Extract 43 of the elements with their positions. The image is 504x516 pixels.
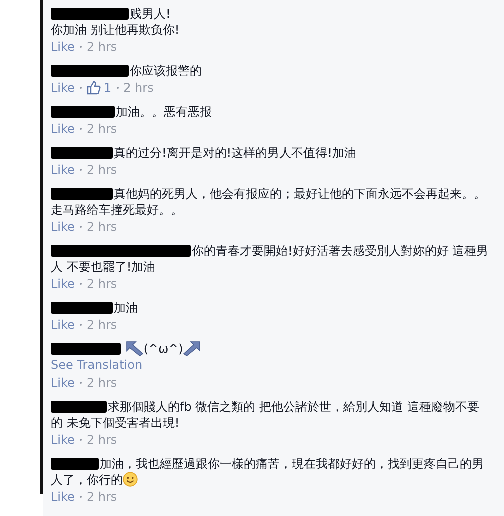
like-link[interactable]: Like [51, 120, 75, 138]
like-link[interactable]: Like [51, 218, 75, 236]
comment-time: 2 hrs [86, 39, 118, 56]
like-link[interactable]: Like [51, 316, 75, 334]
comment-text: 贱男人! 你加油 别让他再欺负你! [51, 6, 181, 38]
comment-text: 加油，我也經歷過跟你一樣的痛苦，現在我都好好的，找到更疼自己的男人了，你行的 [51, 456, 485, 488]
like-count: 1 [104, 80, 112, 97]
comment-text: (^ω^) [51, 341, 490, 357]
comment-time: 2 hrs [124, 80, 154, 97]
redacted-name [51, 343, 121, 355]
like-link[interactable]: Like [51, 431, 75, 449]
redacted-name [51, 401, 107, 413]
comment-text: 加油 [51, 300, 490, 316]
comment-time: 2 hrs [86, 432, 118, 449]
comment-time: 2 hrs [86, 121, 118, 138]
comment-text: 真的过分!离开是对的!这样的男人不值得!加油 [51, 145, 490, 161]
comment-time: 2 hrs [86, 317, 118, 334]
like-link[interactable]: Like [51, 374, 75, 392]
comment-text: 真他妈的死男人，他会有报应的；最好让他的下面永远不会再起来。。走马路给车撞死最好。。 [51, 186, 487, 218]
comment-text: 求那個賤人的fb 微信之類的 把他公諸於世，給別人知道 這種廢物不要的 未免下個受害者出現! [51, 399, 480, 431]
comment-time: 2 hrs [86, 375, 118, 392]
arrow-icon [126, 341, 144, 356]
comment-time: 2 hrs [86, 276, 118, 293]
comment-text: 加油。。恶有恶报 [51, 104, 490, 120]
comment-time: 2 hrs [86, 162, 118, 179]
comment-time: 2 hrs [86, 489, 118, 506]
see-translation-link[interactable]: See Translation [51, 357, 490, 374]
thumbs-up-icon [86, 81, 101, 95]
like-link[interactable]: Like [51, 161, 75, 179]
arrow-icon [183, 341, 202, 356]
like-link[interactable]: Like [51, 79, 75, 97]
redacted-name [51, 147, 113, 159]
redacted-name [51, 188, 113, 200]
like-link[interactable]: Like [51, 38, 75, 56]
comment-text: 你应该报警的 [51, 63, 490, 79]
redacted-name [51, 458, 99, 470]
redacted-name [51, 302, 113, 314]
comment-text: 你的青春才要開始!好好活著去感受別人對妳的好 這種男人 不要也罷了!加油 [51, 243, 490, 275]
redacted-name [51, 106, 115, 118]
like-link[interactable]: Like [51, 488, 75, 506]
comment-time: 2 hrs [86, 219, 118, 236]
like-link[interactable]: Like [51, 275, 75, 293]
smiley-icon [123, 472, 138, 487]
